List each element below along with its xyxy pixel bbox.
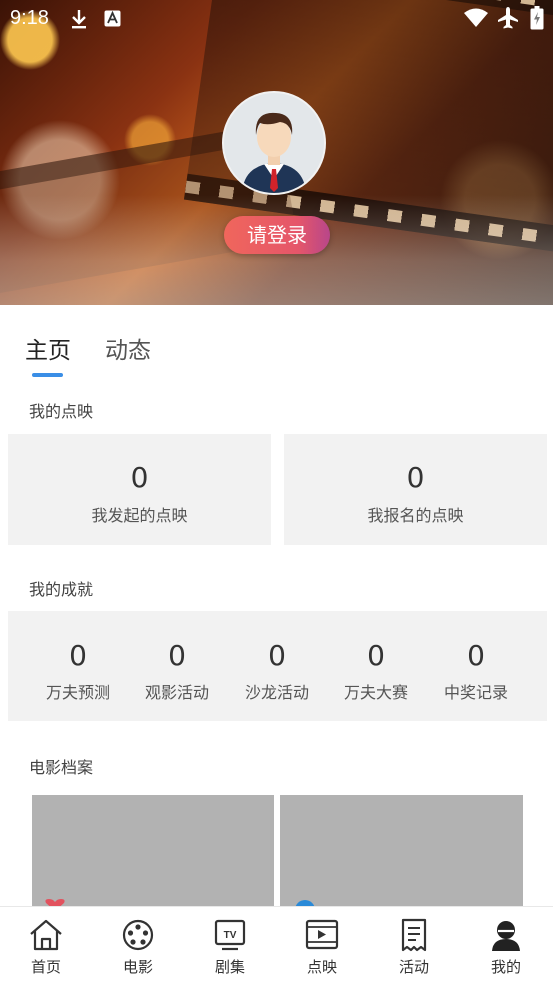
default-avatar-icon [224, 93, 324, 193]
achievement-label: 中奖记录 [443, 683, 508, 702]
registered-screenings-count: 0 [406, 461, 425, 494]
app-notification-icon [104, 10, 121, 31]
home-icon [30, 919, 62, 951]
tab-feed[interactable]: 动态 [105, 331, 151, 365]
nav-home[interactable]: 首页 [0, 907, 92, 983]
status-bar: 9:18 [0, 0, 553, 36]
achievements-section-title: 我的成就 [29, 580, 94, 599]
nav-activities[interactable]: 活动 [368, 907, 460, 983]
tab-home[interactable]: 主页 [25, 331, 71, 365]
tv-icon: TV [214, 919, 246, 951]
nav-series[interactable]: TV 剧集 [184, 907, 276, 983]
download-icon [70, 8, 88, 34]
svg-text:TV: TV [224, 930, 237, 941]
nav-label: 点映 [306, 958, 337, 976]
achievement-count: 0 [268, 639, 286, 672]
screening-icon [305, 919, 339, 950]
archive-card[interactable] [32, 795, 274, 911]
achievement-count: 0 [467, 639, 485, 672]
achievement-count: 0 [168, 639, 186, 672]
achievement-label: 万夫预测 [45, 683, 110, 702]
nav-label: 我的 [490, 958, 521, 976]
initiated-screenings-card[interactable]: 0 我发起的点映 [8, 434, 271, 545]
achievement-salon-activity[interactable]: 0 沙龙活动 [227, 611, 327, 721]
active-tab-indicator [32, 373, 63, 377]
nav-label: 电影 [122, 958, 153, 976]
achievement-label: 沙龙活动 [244, 683, 309, 702]
nav-label: 首页 [30, 958, 61, 976]
screenings-section-title: 我的点映 [29, 402, 94, 421]
profile-icon [492, 921, 520, 951]
initiated-screenings-label: 我发起的点映 [91, 506, 188, 525]
initiated-screenings-count: 0 [130, 461, 149, 494]
battery-charging-icon [530, 6, 544, 34]
status-time: 9:18 [10, 7, 49, 29]
achievement-prize-record[interactable]: 0 中奖记录 [426, 611, 526, 721]
achievement-label: 万夫大赛 [343, 683, 408, 702]
nav-label: 活动 [398, 958, 429, 976]
achievement-contest[interactable]: 0 万夫大赛 [326, 611, 426, 721]
avatar[interactable] [222, 91, 326, 195]
achievements-panel: 0 万夫预测 0 观影活动 0 沙龙活动 0 万夫大赛 0 中奖记录 [8, 611, 547, 721]
nav-movies[interactable]: 电影 [92, 907, 184, 983]
activity-list-icon [401, 918, 427, 952]
achievement-label: 观影活动 [144, 683, 209, 702]
nav-profile[interactable]: 我的 [460, 907, 552, 983]
airplane-mode-icon [497, 6, 519, 34]
archive-section-title: 电影档案 [29, 758, 94, 777]
achievement-count: 0 [367, 639, 385, 672]
achievement-prediction[interactable]: 0 万夫预测 [28, 611, 128, 721]
login-button[interactable]: 请登录 [224, 216, 330, 254]
achievement-viewing-activity[interactable]: 0 观影活动 [127, 611, 227, 721]
nav-screenings[interactable]: 点映 [276, 907, 368, 983]
achievement-count: 0 [69, 639, 87, 672]
wifi-icon [463, 8, 489, 32]
registered-screenings-label: 我报名的点映 [367, 506, 464, 525]
bottom-navigation: 首页 电影 TV 剧集 点映 活动 我的 [0, 906, 553, 983]
registered-screenings-card[interactable]: 0 我报名的点映 [284, 434, 547, 545]
film-reel-icon [122, 919, 154, 951]
nav-label: 剧集 [214, 958, 245, 976]
archive-card[interactable] [280, 795, 523, 911]
profile-tabs: 主页 动态 [0, 305, 553, 385]
